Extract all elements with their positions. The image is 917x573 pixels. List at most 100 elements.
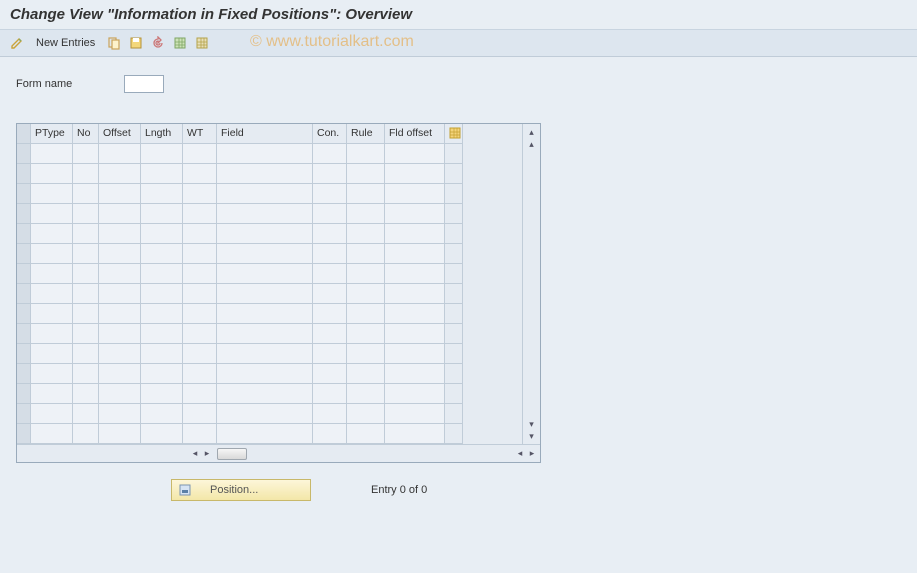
row-selector[interactable] — [17, 244, 31, 264]
cell-con[interactable] — [313, 204, 347, 224]
cell-lngth[interactable] — [141, 184, 183, 204]
row-selector[interactable] — [17, 384, 31, 404]
cell-con[interactable] — [313, 404, 347, 424]
cell-field[interactable] — [217, 244, 313, 264]
cell-lngth[interactable] — [141, 244, 183, 264]
edit-icon[interactable] — [8, 34, 26, 52]
cell-no[interactable] — [73, 264, 99, 284]
undo-icon[interactable] — [149, 34, 167, 52]
table-row[interactable] — [17, 304, 522, 324]
cell-field[interactable] — [217, 284, 313, 304]
cell-lngth[interactable] — [141, 344, 183, 364]
cell-rule[interactable] — [347, 144, 385, 164]
table-row[interactable] — [17, 364, 522, 384]
cell-ptype[interactable] — [31, 384, 73, 404]
cell-field[interactable] — [217, 364, 313, 384]
cell-wt[interactable] — [183, 424, 217, 444]
row-selector[interactable] — [17, 344, 31, 364]
row-selector[interactable] — [17, 264, 31, 284]
cell-no[interactable] — [73, 364, 99, 384]
cell-lngth[interactable] — [141, 364, 183, 384]
row-selector[interactable] — [17, 184, 31, 204]
select-all-header[interactable] — [17, 124, 31, 144]
cell-lngth[interactable] — [141, 144, 183, 164]
cell-no[interactable] — [73, 404, 99, 424]
row-selector[interactable] — [17, 424, 31, 444]
cell-wt[interactable] — [183, 324, 217, 344]
cell-rule[interactable] — [347, 304, 385, 324]
cell-no[interactable] — [73, 244, 99, 264]
row-selector[interactable] — [17, 364, 31, 384]
cell-wt[interactable] — [183, 404, 217, 424]
cell-offset[interactable] — [99, 264, 141, 284]
cell-rule[interactable] — [347, 224, 385, 244]
cell-wt[interactable] — [183, 304, 217, 324]
scroll-up-icon[interactable]: ▴ — [526, 138, 538, 150]
cell-wt[interactable] — [183, 184, 217, 204]
cell-fld-offset[interactable] — [385, 404, 445, 424]
cell-ptype[interactable] — [31, 264, 73, 284]
new-entries-button[interactable]: New Entries — [30, 35, 101, 51]
cell-fld-offset[interactable] — [385, 244, 445, 264]
table-row[interactable] — [17, 264, 522, 284]
table-row[interactable] — [17, 284, 522, 304]
cell-fld-offset[interactable] — [385, 304, 445, 324]
cell-fld-offset[interactable] — [385, 364, 445, 384]
cell-fld-offset[interactable] — [385, 144, 445, 164]
cell-lngth[interactable] — [141, 404, 183, 424]
cell-no[interactable] — [73, 424, 99, 444]
cell-rule[interactable] — [347, 244, 385, 264]
cell-con[interactable] — [313, 324, 347, 344]
col-field[interactable]: Field — [217, 124, 313, 144]
cell-field[interactable] — [217, 424, 313, 444]
table-row[interactable] — [17, 424, 522, 444]
cell-wt[interactable] — [183, 204, 217, 224]
deselect-all-icon[interactable] — [193, 34, 211, 52]
cell-rule[interactable] — [347, 384, 385, 404]
cell-field[interactable] — [217, 324, 313, 344]
cell-lngth[interactable] — [141, 324, 183, 344]
col-con[interactable]: Con. — [313, 124, 347, 144]
cell-no[interactable] — [73, 344, 99, 364]
cell-wt[interactable] — [183, 344, 217, 364]
table-row[interactable] — [17, 384, 522, 404]
cell-rule[interactable] — [347, 344, 385, 364]
col-fld-offset[interactable]: Fld offset — [385, 124, 445, 144]
cell-field[interactable] — [217, 144, 313, 164]
cell-field[interactable] — [217, 164, 313, 184]
cell-ptype[interactable] — [31, 224, 73, 244]
scroll-down-icon[interactable]: ▾ — [526, 418, 538, 430]
col-offset[interactable]: Offset — [99, 124, 141, 144]
cell-fld-offset[interactable] — [385, 204, 445, 224]
table-row[interactable] — [17, 184, 522, 204]
cell-field[interactable] — [217, 384, 313, 404]
cell-ptype[interactable] — [31, 424, 73, 444]
cell-no[interactable] — [73, 144, 99, 164]
cell-no[interactable] — [73, 324, 99, 344]
cell-offset[interactable] — [99, 384, 141, 404]
cell-rule[interactable] — [347, 164, 385, 184]
cell-rule[interactable] — [347, 424, 385, 444]
hscroll-thumb[interactable] — [217, 448, 247, 460]
cell-fld-offset[interactable] — [385, 224, 445, 244]
cell-wt[interactable] — [183, 144, 217, 164]
cell-no[interactable] — [73, 204, 99, 224]
scroll-right-last-icon[interactable]: ▸ — [526, 448, 538, 460]
cell-field[interactable] — [217, 224, 313, 244]
cell-con[interactable] — [313, 364, 347, 384]
cell-fld-offset[interactable] — [385, 424, 445, 444]
cell-con[interactable] — [313, 144, 347, 164]
scroll-down-bottom-icon[interactable]: ▾ — [526, 430, 538, 442]
cell-lngth[interactable] — [141, 384, 183, 404]
row-selector[interactable] — [17, 304, 31, 324]
cell-wt[interactable] — [183, 284, 217, 304]
scroll-up-top-icon[interactable]: ▴ — [526, 126, 538, 138]
cell-rule[interactable] — [347, 364, 385, 384]
cell-offset[interactable] — [99, 404, 141, 424]
cell-con[interactable] — [313, 344, 347, 364]
table-configure-icon[interactable] — [445, 124, 463, 144]
cell-rule[interactable] — [347, 404, 385, 424]
cell-con[interactable] — [313, 224, 347, 244]
row-selector[interactable] — [17, 204, 31, 224]
row-selector[interactable] — [17, 284, 31, 304]
